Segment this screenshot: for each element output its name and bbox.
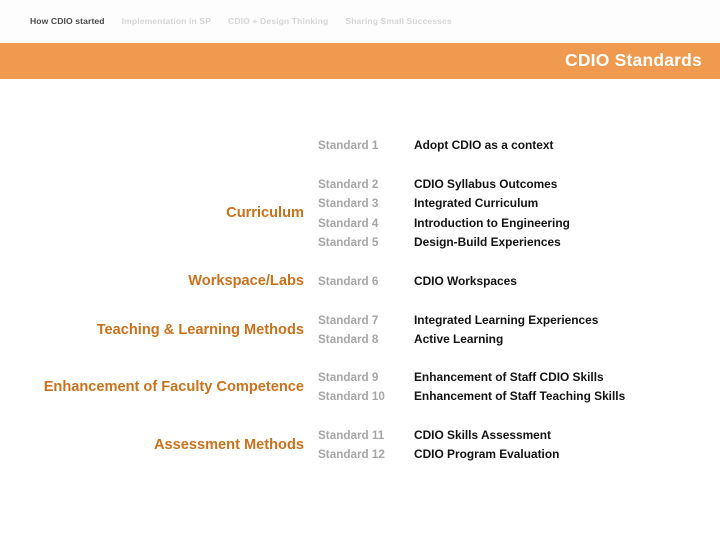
standard-description: Integrated Curriculum [414, 196, 539, 211]
standard-description-column: CDIO Skills Assessment CDIO Program Evalu… [414, 426, 720, 465]
standard-description: Active Learning [414, 332, 504, 347]
standard-description: Enhancement of Staff CDIO Skills [414, 370, 604, 384]
page-title: CDIO Standards [565, 50, 702, 71]
category-label: Curriculum [226, 205, 304, 222]
standard-description: Enhancement of Staff Teaching Skills [414, 389, 626, 404]
standards-group-row: Assessment Methods Standard 11 Standard 12… [0, 426, 720, 465]
nav-item-0[interactable]: How CDIO started [30, 17, 105, 26]
top-navigation-bar: How CDIO started Implementation in SP CDIO… [0, 0, 720, 42]
standard-description: Integrated Learning Experiences [414, 313, 599, 327]
standard-number: Standard 8 [318, 333, 379, 347]
standard-number-column: Standard 2 Standard 3 Standard 4 Standard 5 [318, 175, 414, 252]
standard-number: Standard 2 [318, 178, 379, 191]
standard-number: Standard 7 [318, 314, 379, 327]
standard-number: Standard 12 [318, 448, 385, 462]
nav-item-2[interactable]: CDIO + Design Thinking [228, 17, 328, 26]
standard-description-column: CDIO Syllabus Outcomes Integrated Curricu… [414, 175, 720, 252]
standard-description-column: CDIO Workspaces [414, 272, 720, 291]
slide-canvas: How CDIO started Implementation in SP CDIO… [0, 0, 720, 540]
standard-number-column: Standard 9 Standard 10 [318, 368, 414, 407]
standard-description: Design-Build Experiences [414, 234, 561, 249]
nav-item-3[interactable]: Sharing Small Successes [345, 17, 451, 26]
standard-number: Standard 6 [318, 275, 379, 288]
standard-description: Introduction to Engineering [414, 215, 570, 230]
standard-description-column: Adopt CDIO as a context [414, 136, 720, 155]
standard-description-column: Enhancement of Staff CDIO Skills Enhancem… [414, 368, 720, 407]
standards-group-row: Curriculum Standard 2 Standard 3 Standard 4… [0, 175, 720, 252]
standard-description-column: Integrated Learning Experiences Active Le… [414, 311, 720, 350]
standard-number-column: Standard 11 Standard 12 [318, 426, 414, 465]
slide-title-band: CDIO Standards [0, 43, 720, 79]
standard-number: Standard 5 [318, 235, 379, 249]
standards-group-row: Teaching & Learning Methods Standard 7 Sta… [0, 311, 720, 350]
standard-number: Standard 3 [318, 197, 379, 211]
standard-description: Adopt CDIO as a context [414, 138, 554, 152]
standard-number: Standard 4 [318, 216, 379, 230]
standard-number: Standard 1 [318, 139, 379, 152]
standard-number-column: Standard 7 Standard 8 [318, 311, 414, 350]
category-label: Teaching & Learning Methods [96, 322, 304, 339]
category-label: Assessment Methods [153, 437, 304, 454]
standard-number-column: Standard 6 [318, 272, 414, 291]
standard-description: CDIO Skills Assessment [414, 428, 552, 442]
standard-description: CDIO Program Evaluation [414, 447, 560, 462]
standards-table: Standard 1 Adopt CDIO as a context Curricu… [0, 79, 720, 540]
standard-number: Standard 11 [318, 429, 385, 442]
nav-item-1[interactable]: Implementation in SP [122, 17, 211, 26]
category-label: Enhancement of Faculty Competence [43, 379, 304, 396]
standards-group-row: Standard 1 Adopt CDIO as a context [0, 136, 720, 155]
standard-description: CDIO Syllabus Outcomes [414, 177, 558, 191]
standard-number: Standard 10 [318, 390, 385, 404]
standards-group-row: Enhancement of Faculty Competence Standar… [0, 368, 720, 407]
standard-number: Standard 9 [318, 371, 379, 384]
standard-description: CDIO Workspaces [414, 274, 517, 288]
standards-group-row: Workspace/Labs Standard 6 CDIO Workspaces [0, 272, 720, 291]
category-label: Workspace/Labs [188, 273, 304, 290]
standard-number-column: Standard 1 [318, 136, 414, 155]
